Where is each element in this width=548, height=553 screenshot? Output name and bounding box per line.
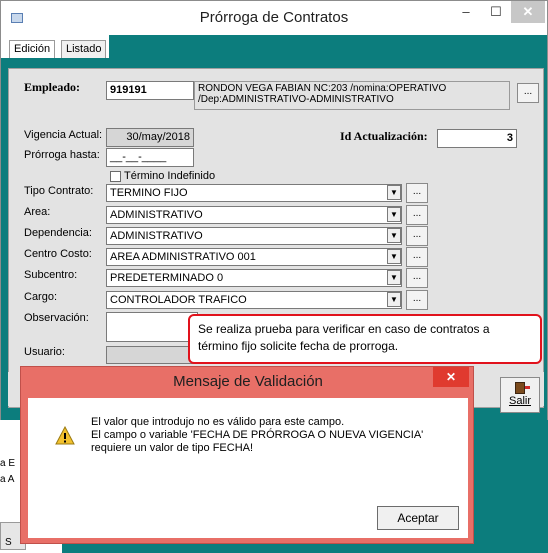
tab-strip: Edición Listado xyxy=(1,35,547,59)
title-bar: Prórroga de Contratos – ☐ ✕ xyxy=(1,1,547,35)
aceptar-button[interactable]: Aceptar xyxy=(377,506,459,530)
dependencia-dropdown-icon[interactable]: ▼ xyxy=(387,228,401,243)
area-dropdown-icon[interactable]: ▼ xyxy=(387,207,401,222)
usuario-label: Usuario: xyxy=(24,346,65,358)
dependencia-search-button[interactable]: ... xyxy=(406,226,428,246)
cargo-search-button[interactable]: ... xyxy=(406,290,428,310)
tipo-contrato-label: Tipo Contrato: xyxy=(24,185,94,197)
observacion-label: Observación: xyxy=(24,312,89,324)
cargo-select[interactable]: CONTROLADOR TRAFICO xyxy=(106,291,402,309)
dependencia-select[interactable]: ADMINISTRATIVO xyxy=(106,227,402,245)
empleado-label: Empleado: xyxy=(24,80,81,94)
tab-strip-fill xyxy=(109,35,547,59)
subcentro-search-button[interactable]: ... xyxy=(406,268,428,288)
prorroga-label: Prórroga hasta: xyxy=(24,149,100,161)
termino-indefinido-checkbox[interactable] xyxy=(110,171,121,182)
tab-edicion[interactable]: Edición xyxy=(9,40,56,59)
empleado-description: RONDON VEGA FABIAN NC:203 /nomina:OPERAT… xyxy=(194,81,510,110)
salir-button[interactable]: Salir xyxy=(500,377,540,413)
termino-indefinido-label: Término Indefinido xyxy=(124,170,216,182)
id-actualizacion-label: Id Actualización: xyxy=(340,129,428,143)
dependencia-label: Dependencia: xyxy=(24,227,92,239)
tipo-contrato-select[interactable]: TERMINO FIJO xyxy=(106,184,402,202)
area-search-button[interactable]: ... xyxy=(406,205,428,225)
empleado-search-button[interactable]: ... xyxy=(517,83,539,103)
dialog-message-line1: El valor que introdujo no es válido para… xyxy=(91,416,345,428)
vigencia-label: Vigencia Actual: xyxy=(24,129,103,141)
empleado-code-input[interactable]: 919191 xyxy=(106,81,194,100)
centro-costo-select[interactable]: AREA ADMINISTRATIVO 001 xyxy=(106,248,402,266)
salir-label: Salir xyxy=(508,395,531,407)
dialog-title: Mensaje de Validación xyxy=(173,373,323,390)
annotation-callout: Se realiza prueba para verificar en caso… xyxy=(188,314,542,364)
empleado-desc-line1: RONDON VEGA FABIAN NC:203 /nomina:OPERAT… xyxy=(198,83,447,94)
validation-dialog: Mensaje de Validación ✕ El valor que int… xyxy=(20,366,474,544)
background-label-1: a E xyxy=(0,458,16,469)
vigencia-actual-field: 30/may/2018 xyxy=(106,128,194,147)
tipo-contrato-search-button[interactable]: ... xyxy=(406,183,428,203)
dialog-message-line3: requiere un valor de tipo FECHA! xyxy=(91,442,254,454)
cargo-label: Cargo: xyxy=(24,291,58,303)
maximize-button[interactable]: ☐ xyxy=(481,1,511,23)
centro-costo-dropdown-icon[interactable]: ▼ xyxy=(387,249,401,264)
area-select[interactable]: ADMINISTRATIVO xyxy=(106,206,402,224)
subcentro-dropdown-icon[interactable]: ▼ xyxy=(387,270,401,285)
prorroga-date-input[interactable]: __-__-____ xyxy=(106,148,194,167)
close-button[interactable]: ✕ xyxy=(511,1,545,23)
dialog-close-button[interactable]: ✕ xyxy=(433,367,469,387)
observacion-textarea[interactable] xyxy=(106,312,198,342)
background-label-2: a A xyxy=(0,474,15,485)
dialog-message-line2: El campo o variable 'FECHA DE PRÓRROGA O… xyxy=(91,429,424,441)
exit-door-icon xyxy=(515,382,530,394)
dialog-message: El valor que introdujo no es válido para… xyxy=(91,416,423,455)
dialog-body: El valor que introdujo no es válido para… xyxy=(28,398,468,538)
area-label: Area: xyxy=(24,206,51,218)
usuario-field xyxy=(106,346,198,364)
background-button-label: S xyxy=(5,537,12,548)
warning-icon xyxy=(55,426,75,445)
id-actualizacion-field[interactable]: 3 xyxy=(437,129,517,148)
tab-listado[interactable]: Listado xyxy=(61,40,107,59)
minimize-button[interactable]: – xyxy=(451,1,481,23)
subcentro-select[interactable]: PREDETERMINADO 0 xyxy=(106,269,402,287)
centro-costo-label: Centro Costo: xyxy=(24,248,92,260)
cargo-dropdown-icon[interactable]: ▼ xyxy=(387,292,401,307)
centro-costo-search-button[interactable]: ... xyxy=(406,247,428,267)
subcentro-label: Subcentro: xyxy=(24,269,78,281)
empleado-desc-line2: /Dep:ADMINISTRATIVO-ADMINISTRATIVO xyxy=(198,94,394,105)
tipo-contrato-dropdown-icon[interactable]: ▼ xyxy=(387,185,401,200)
